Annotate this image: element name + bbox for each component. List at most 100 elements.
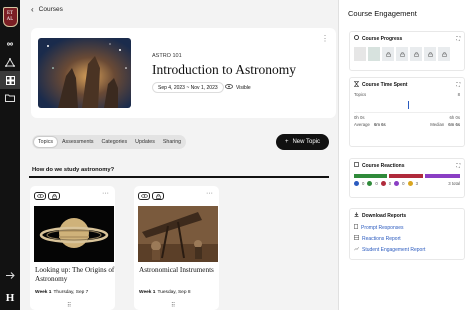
topic-date: Thursday, Sep 7 [53,290,89,295]
course-time-panel: Course Time Spent ⛶ Topics 8 0h 0s 6h 0s… [349,77,465,147]
report-link-label[interactable]: Student Engagement Report [362,247,425,253]
topic-card[interactable]: ··· Looking up: The Origins of Astronomy… [30,186,115,310]
topic-card[interactable]: ··· Astronomical Instruments Week 1 Tuesd… [134,186,219,310]
table-icon [354,235,359,242]
left-rail: ET AL H [0,0,20,310]
new-topic-label: New Topic [292,139,321,145]
time-tick: 0h 0s [354,115,365,120]
topic-schedule: Week 1 Thursday, Sep 7 [35,290,88,295]
progress-cell [438,47,450,61]
progress-cell [368,47,380,61]
tab-sharing[interactable]: Sharing [159,136,185,148]
topic-week: Week 1 [139,290,156,295]
course-menu-icon[interactable]: ⋮ [321,34,329,43]
reaction-bar [388,174,424,178]
document-icon [354,224,358,231]
check-icon [367,181,373,186]
reaction-bar [425,174,460,178]
time-marker [408,101,409,109]
topic-icons [138,192,164,200]
course-time-title: Course Time Spent [362,82,408,88]
tab-topics[interactable]: Topics [33,136,59,148]
engagement-title: Course Engagement [348,9,417,18]
report-link-prompt-responses[interactable]: Prompt Responses [350,222,464,233]
reaction-count: 0 [375,181,378,186]
time-tick: 6h 0s [449,115,460,120]
eye-icon [225,84,233,91]
lock-icon[interactable] [48,192,60,200]
visibility-label: Visible [236,84,251,91]
download-reports-header: Download Reports [350,209,464,222]
back-link[interactable]: Courses [39,6,63,13]
course-progress-header: Course Progress ⛶ [350,32,464,45]
time-scale-max: 8 [457,92,460,97]
download-icon [354,212,359,219]
progress-cell [424,47,436,61]
course-dates[interactable]: Sep 4, 2023 ~ Nov 1, 2023 [152,82,224,93]
tab-assessments[interactable]: Assessments [58,136,98,148]
topics-label: Topics [354,92,367,97]
reactions-icon [354,162,359,169]
topic-title[interactable]: Astronomical Instruments [139,266,219,275]
visibility-toggle[interactable]: Visible [225,82,251,93]
lock-icon[interactable] [152,192,164,200]
infinity-icon[interactable] [0,35,20,53]
average-value: 6m 6s [373,122,386,127]
report-link-student-engagement[interactable]: Student Engagement Report [350,244,464,255]
arrow-right-icon[interactable] [5,266,15,284]
breadcrumb[interactable]: ‹ Courses [20,0,338,18]
topic-title[interactable]: Looking up: The Origins of Astronomy [35,266,115,284]
reaction-bars [350,172,464,180]
course-code: ASTRO 101 [152,53,182,59]
chevron-left-icon[interactable]: ‹ [31,5,34,14]
progress-cells [350,45,464,63]
topic-menu-icon[interactable]: ··· [102,190,109,197]
course-thumbnail [38,38,131,108]
expand-icon[interactable]: ⛶ [456,82,460,88]
topic-date: Tuesday, Sep 8 [157,290,191,295]
brand-h[interactable]: H [6,292,15,304]
main-content: ‹ Courses ASTRO 101 Introduction to Astr… [20,0,338,310]
download-reports-title: Download Reports [362,212,407,219]
time-stats: Average 6m 6s Median 6m 6s [350,120,464,129]
nodes-icon[interactable] [0,53,20,71]
course-progress-panel: Course Progress ⛶ [349,31,465,71]
tab-updates[interactable]: Updates [131,136,159,148]
median-label: Median [430,122,445,127]
eye-icon[interactable] [138,192,150,200]
progress-cell [410,47,422,61]
new-topic-button[interactable]: + New Topic [276,134,329,150]
rail-bottom: H [0,266,20,304]
school-logo[interactable]: ET AL [2,7,18,27]
reaction-bar [354,174,387,178]
expand-icon[interactable]: ⛶ [456,36,460,42]
course-reactions-panel: Course Reactions ⛶ 0 0 0 0 3 3 total [349,158,465,198]
report-link-reactions[interactable]: Reactions Report [350,233,464,244]
progress-cell [396,47,408,61]
reaction-counts: 0 0 0 0 3 3 total [350,180,464,187]
folder-icon[interactable] [0,89,20,107]
course-header-card: ASTRO 101 Introduction to Astronomy Sep … [31,28,336,118]
eye-icon[interactable] [34,192,46,200]
course-progress-title: Course Progress [362,35,403,42]
app: ET AL H ‹ Courses ASTRO 101 Introduction… [0,0,474,310]
tab-categories[interactable]: Categories [98,136,132,148]
course-reactions-header: Course Reactions ⛶ [350,159,464,172]
report-link-label[interactable]: Reactions Report [362,236,401,242]
drag-handle-icon[interactable]: ⠿ [67,302,71,309]
topic-week: Week 1 [35,290,52,295]
progress-cell [382,47,394,61]
expand-icon[interactable]: ⛶ [456,163,460,169]
section-divider [29,176,329,178]
grid-icon[interactable] [0,71,20,89]
reactions-total: 3 total [448,181,460,186]
topic-menu-icon[interactable]: ··· [206,190,213,197]
report-link-label[interactable]: Prompt Responses [361,225,404,231]
course-tabs: Topics Assessments Categories Updates Sh… [32,135,187,149]
topic-image-telescope [138,206,218,262]
reaction-count: 3 [415,181,418,186]
drag-handle-icon[interactable]: ⠿ [171,302,175,309]
course-time-header: Course Time Spent ⛶ [350,78,464,92]
progress-cell [354,47,366,61]
star-icon [407,181,413,186]
